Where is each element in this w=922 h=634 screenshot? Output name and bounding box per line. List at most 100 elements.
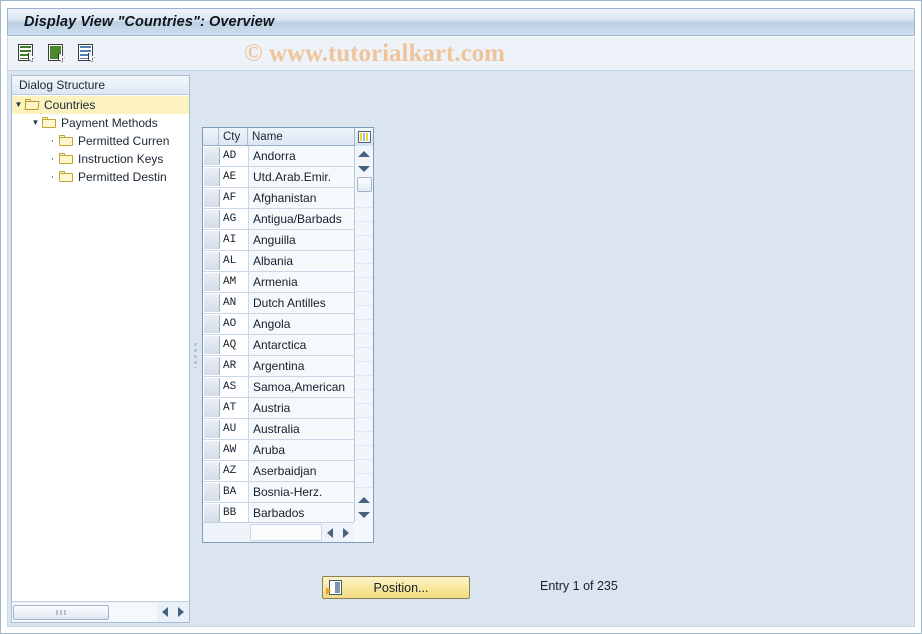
table-row[interactable]: BB Barbados xyxy=(203,503,354,522)
table-row[interactable]: AR Argentina xyxy=(203,356,354,377)
cell-cty[interactable]: AU xyxy=(220,419,249,439)
display-details-button[interactable] xyxy=(17,43,39,65)
cell-cty[interactable]: AS xyxy=(220,377,249,397)
display-selected-button[interactable] xyxy=(47,43,69,65)
table-row[interactable]: AT Austria xyxy=(203,398,354,419)
cell-name[interactable]: Aserbaidjan xyxy=(249,461,354,481)
row-selector-cell[interactable] xyxy=(204,357,220,375)
row-selector-cell[interactable] xyxy=(204,483,220,501)
tree-item-instruction-keys[interactable]: · Instruction Keys xyxy=(12,150,189,168)
table-scroll-thumb[interactable] xyxy=(356,177,372,192)
column-settings-icon[interactable] xyxy=(354,128,373,146)
cell-cty[interactable]: AR xyxy=(220,356,249,376)
cell-name[interactable]: Afghanistan xyxy=(249,188,354,208)
cell-cty[interactable]: AG xyxy=(220,209,249,229)
cell-cty[interactable]: AO xyxy=(220,314,249,334)
table-row[interactable]: AF Afghanistan xyxy=(203,188,354,209)
table-scroll-page-down-button[interactable] xyxy=(355,507,373,522)
tree-expand-collapse-icon[interactable]: ▼ xyxy=(12,96,25,114)
cell-cty[interactable]: AN xyxy=(220,293,249,313)
row-selector-cell[interactable] xyxy=(204,189,220,207)
table-row[interactable]: AS Samoa,American xyxy=(203,377,354,398)
table-row[interactable]: AZ Aserbaidjan xyxy=(203,461,354,482)
cell-name[interactable]: Antigua/Barbads xyxy=(249,209,354,229)
cell-cty[interactable]: BA xyxy=(220,482,249,502)
table-scroll-page-up-button[interactable] xyxy=(355,492,373,507)
tree-horizontal-scrollbar[interactable] xyxy=(12,601,189,622)
cell-name[interactable]: Anguilla xyxy=(249,230,354,250)
tree-item-payment-methods[interactable]: ▼ Payment Methods xyxy=(12,114,189,132)
cell-name[interactable]: Samoa,American xyxy=(249,377,354,397)
table-row[interactable]: AM Armenia xyxy=(203,272,354,293)
position-button[interactable]: Position... xyxy=(322,576,470,599)
cell-name[interactable]: Andorra xyxy=(249,146,354,166)
row-selector-cell[interactable] xyxy=(204,210,220,228)
row-selector-cell[interactable] xyxy=(204,147,220,165)
table-row[interactable]: AW Aruba xyxy=(203,440,354,461)
table-row[interactable]: AG Antigua/Barbads xyxy=(203,209,354,230)
cell-name[interactable]: Utd.Arab.Emir. xyxy=(249,167,354,187)
row-selector-cell[interactable] xyxy=(204,420,220,438)
row-selector-cell[interactable] xyxy=(204,462,220,480)
tree-item-countries[interactable]: ▼ Countries xyxy=(12,96,189,114)
cell-name[interactable]: Albania xyxy=(249,251,354,271)
tree-scroll-thumb[interactable] xyxy=(13,604,109,620)
select-all-column-header[interactable] xyxy=(203,128,219,145)
cell-name[interactable]: Austria xyxy=(249,398,354,418)
row-selector-cell[interactable] xyxy=(204,504,220,522)
tree-scroll-track[interactable] xyxy=(12,602,157,622)
cell-name[interactable]: Bosnia-Herz. xyxy=(249,482,354,502)
cell-name[interactable]: Barbados xyxy=(249,503,354,522)
table-row[interactable]: AE Utd.Arab.Emir. xyxy=(203,167,354,188)
cell-cty[interactable]: AD xyxy=(220,146,249,166)
table-scroll-left-button[interactable] xyxy=(322,524,338,541)
table-scroll-right-button[interactable] xyxy=(338,524,354,541)
row-selector-cell[interactable] xyxy=(204,315,220,333)
row-selector-cell[interactable] xyxy=(204,336,220,354)
cell-name[interactable]: Armenia xyxy=(249,272,354,292)
cell-cty[interactable]: AQ xyxy=(220,335,249,355)
cell-name[interactable]: Antarctica xyxy=(249,335,354,355)
cell-cty[interactable]: AI xyxy=(220,230,249,250)
table-scroll-up-button[interactable] xyxy=(355,146,373,161)
row-selector-cell[interactable] xyxy=(204,399,220,417)
table-row[interactable]: AU Australia xyxy=(203,419,354,440)
table-row[interactable]: AL Albania xyxy=(203,251,354,272)
row-selector-cell[interactable] xyxy=(204,168,220,186)
cell-cty[interactable]: AW xyxy=(220,440,249,460)
table-scroll-track[interactable] xyxy=(355,194,373,489)
cell-cty[interactable]: AT xyxy=(220,398,249,418)
tree-expand-collapse-icon[interactable]: ▼ xyxy=(29,114,42,132)
column-header-cty[interactable]: Cty xyxy=(219,128,248,145)
cell-name[interactable]: Australia xyxy=(249,419,354,439)
table-row[interactable]: AO Angola xyxy=(203,314,354,335)
cell-name[interactable]: Dutch Antilles xyxy=(249,293,354,313)
row-selector-cell[interactable] xyxy=(204,273,220,291)
table-row[interactable]: AQ Antarctica xyxy=(203,335,354,356)
cell-cty[interactable]: AE xyxy=(220,167,249,187)
tree-item-permitted-destin[interactable]: · Permitted Destin xyxy=(12,168,189,186)
table-row[interactable]: AN Dutch Antilles xyxy=(203,293,354,314)
table-hscroll-track[interactable] xyxy=(250,524,322,541)
panel-splitter[interactable] xyxy=(191,75,200,623)
tree-item-permitted-curren[interactable]: · Permitted Curren xyxy=(12,132,189,150)
display-list-button[interactable] xyxy=(77,43,99,65)
cell-name[interactable]: Argentina xyxy=(249,356,354,376)
table-row[interactable]: BA Bosnia-Herz. xyxy=(203,482,354,503)
table-row[interactable]: AD Andorra xyxy=(203,146,354,167)
tree-scroll-right-button[interactable] xyxy=(173,604,189,621)
cell-cty[interactable]: BB xyxy=(220,503,249,522)
table-vertical-scrollbar[interactable] xyxy=(354,146,373,522)
row-selector-cell[interactable] xyxy=(204,294,220,312)
row-selector-cell[interactable] xyxy=(204,378,220,396)
cell-cty[interactable]: AZ xyxy=(220,461,249,481)
cell-cty[interactable]: AL xyxy=(220,251,249,271)
row-selector-cell[interactable] xyxy=(204,231,220,249)
cell-cty[interactable]: AF xyxy=(220,188,249,208)
row-selector-cell[interactable] xyxy=(204,441,220,459)
row-selector-cell[interactable] xyxy=(204,252,220,270)
cell-name[interactable]: Aruba xyxy=(249,440,354,460)
table-row[interactable]: AI Anguilla xyxy=(203,230,354,251)
cell-name[interactable]: Angola xyxy=(249,314,354,334)
table-scroll-down-button[interactable] xyxy=(355,161,373,176)
